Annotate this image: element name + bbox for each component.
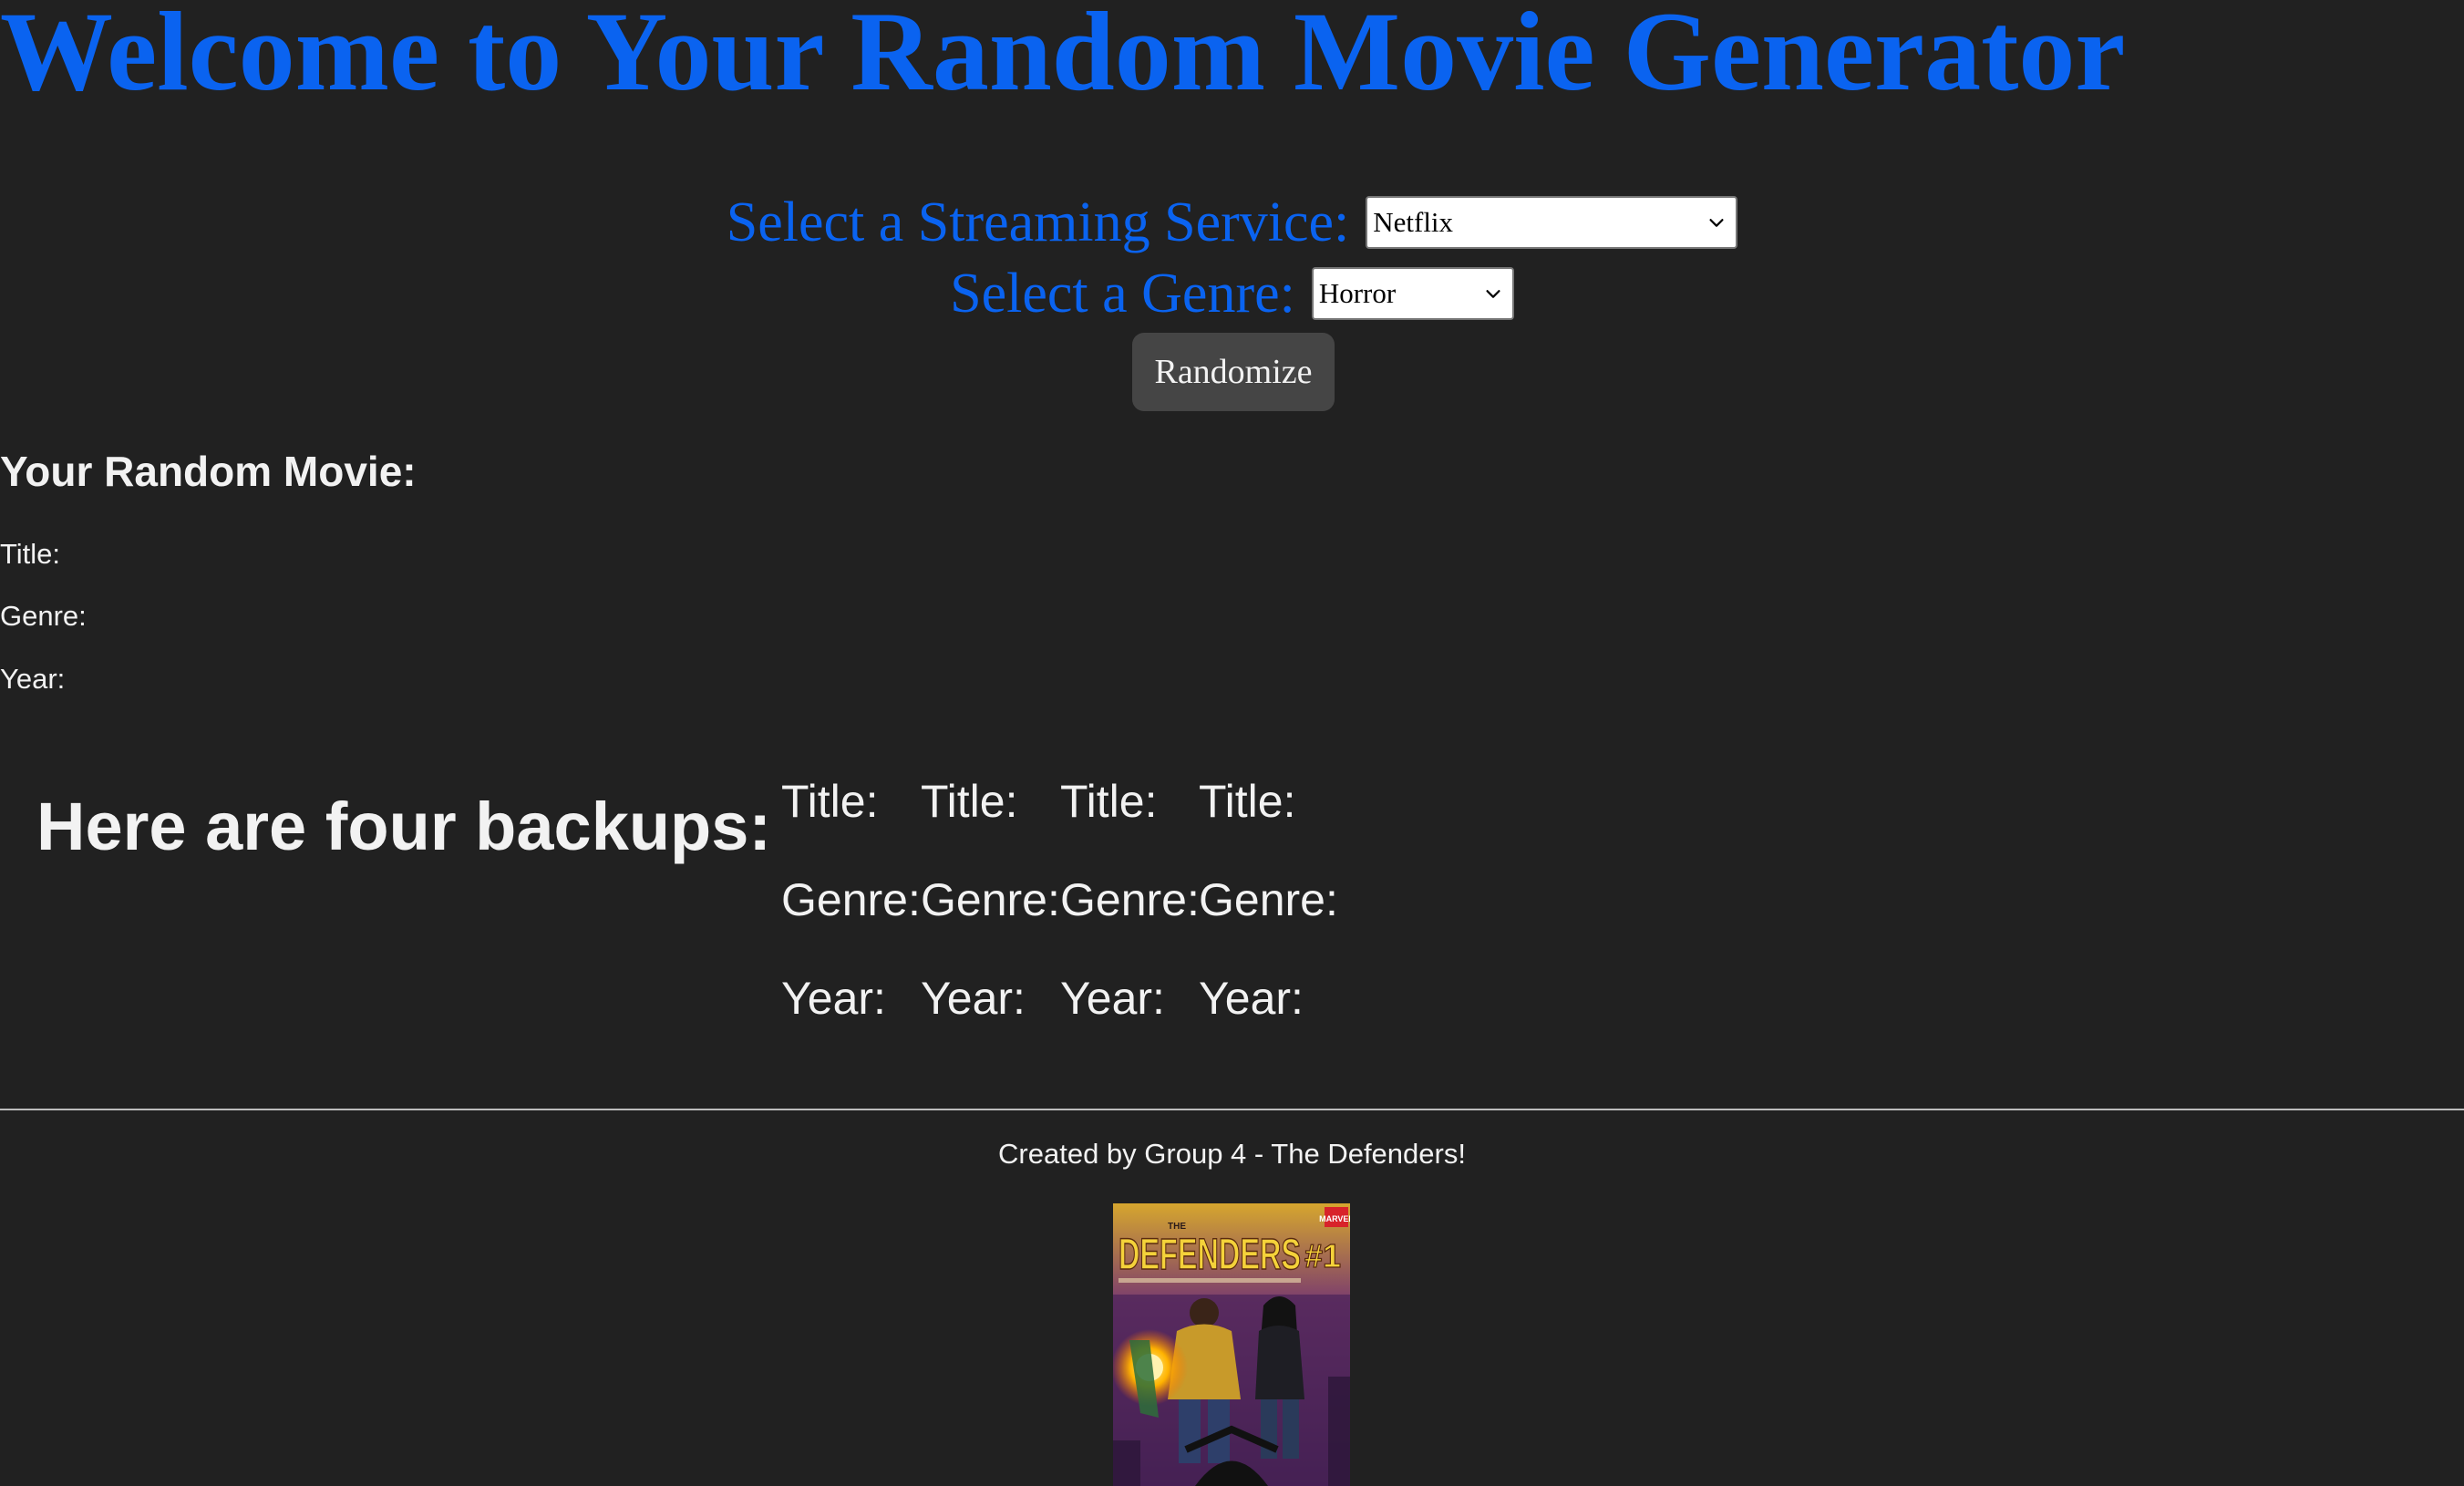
backup-year-label: Year: <box>921 973 1026 1024</box>
defenders-poster-image: MARVEL THE DEFENDERS #1 <box>1113 1203 1350 1486</box>
service-select[interactable]: Netflix <box>1366 196 1738 249</box>
poster-issue: #1 <box>1304 1237 1341 1274</box>
genre-select[interactable]: Horror <box>1311 267 1514 320</box>
footer-credit: Created by Group 4 - The Defenders! <box>998 1138 1466 1170</box>
randomize-button[interactable]: Randomize <box>1132 333 1335 411</box>
chevron-down-icon <box>1709 219 1724 227</box>
page-title: Welcome to Your Random Movie Generator <box>0 0 2126 114</box>
result-title-label: Title: <box>0 538 61 570</box>
random-movie-heading: Your Random Movie: <box>0 448 417 495</box>
backups-heading: Here are four backups: <box>36 789 772 864</box>
backup-genre-label: Genre: <box>921 874 1060 925</box>
backup-genre-label: Genre: <box>1199 874 1338 925</box>
result-genre-label: Genre: <box>0 600 87 632</box>
service-label: Select a Streaming Service: <box>726 191 1350 253</box>
selection-form: Select a Streaming Service: Netflix Sele… <box>0 187 2464 411</box>
genre-select-value: Horror <box>1318 277 1397 309</box>
backup-year-label: Year: <box>1199 973 1304 1024</box>
result-year-label: Year: <box>0 663 66 695</box>
genre-row: Select a Genre: Horror <box>0 258 2464 329</box>
footer-divider <box>0 1109 2464 1110</box>
poster-title: DEFENDERS <box>1119 1231 1301 1279</box>
backup-title-label: Title: <box>1060 776 1158 827</box>
chevron-down-icon <box>1486 290 1500 298</box>
service-select-value: Netflix <box>1373 206 1454 238</box>
service-row: Select a Streaming Service: Netflix <box>0 187 2464 258</box>
button-row: Randomize <box>0 333 2464 411</box>
backup-title-label: Title: <box>921 776 1018 827</box>
poster-art: MARVEL THE DEFENDERS #1 <box>1113 1203 1350 1486</box>
backup-title-label: Title: <box>1199 776 1296 827</box>
backup-genre-label: Genre: <box>781 874 921 925</box>
backup-year-label: Year: <box>1060 973 1165 1024</box>
backup-title-label: Title: <box>781 776 879 827</box>
genre-label: Select a Genre: <box>950 262 1295 325</box>
backup-genre-label: Genre: <box>1060 874 1200 925</box>
backup-year-label: Year: <box>781 973 886 1024</box>
poster-publisher: MARVEL <box>1319 1214 1350 1223</box>
